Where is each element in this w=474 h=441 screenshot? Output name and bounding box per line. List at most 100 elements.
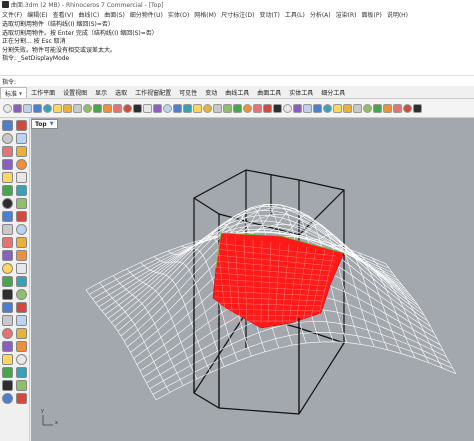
tab-visibility[interactable]: 可见性	[175, 87, 201, 98]
menu-subd[interactable]: 细分物件(U)	[130, 10, 163, 19]
scale-icon[interactable]	[2, 315, 13, 326]
move-icon[interactable]	[16, 289, 27, 300]
environment-icon[interactable]	[363, 104, 372, 113]
tab-curve-tools[interactable]: 曲线工具	[221, 87, 253, 98]
menu-dimension[interactable]: 尺寸标注(D)	[221, 10, 254, 19]
rotate-icon[interactable]	[16, 302, 27, 313]
tab-solid-tools[interactable]: 实体工具	[285, 87, 317, 98]
mirror-icon[interactable]	[16, 315, 27, 326]
grid-icon[interactable]	[2, 380, 13, 391]
polygon-icon[interactable]	[16, 159, 27, 170]
menu-transform[interactable]: 变动(T)	[259, 10, 279, 19]
command-input[interactable]: 指令:	[0, 75, 474, 86]
copy-icon[interactable]	[2, 302, 13, 313]
tab-transform[interactable]: 变动	[201, 87, 221, 98]
ghosted-icon[interactable]	[233, 104, 242, 113]
sphere-icon[interactable]	[293, 104, 302, 113]
sphere-icon[interactable]	[16, 224, 27, 235]
ellipse-icon[interactable]	[2, 172, 13, 183]
print-icon[interactable]	[33, 104, 42, 113]
boolean-diff-icon[interactable]	[16, 250, 27, 261]
box-icon[interactable]	[2, 224, 13, 235]
shaded-icon[interactable]	[213, 104, 222, 113]
viewport-menu-caret-icon[interactable]: ▼	[50, 121, 54, 127]
cylinder-icon[interactable]	[303, 104, 312, 113]
tab-select[interactable]: 选取	[111, 87, 131, 98]
point-icon[interactable]	[253, 104, 262, 113]
mesh-icon[interactable]	[2, 263, 13, 274]
tab-display[interactable]: 显示	[91, 87, 111, 98]
light-icon[interactable]	[333, 104, 342, 113]
palette-icon[interactable]	[413, 104, 422, 113]
sweep-icon[interactable]	[2, 211, 13, 222]
polyline-icon[interactable]	[2, 133, 13, 144]
tab-viewport-layout[interactable]: 工作视窗配置	[131, 87, 175, 98]
surface-icon[interactable]	[273, 104, 282, 113]
rgb-icon[interactable]	[403, 104, 412, 113]
freeform-icon[interactable]	[16, 172, 27, 183]
extrude-icon[interactable]	[16, 211, 27, 222]
rendered-icon[interactable]	[223, 104, 232, 113]
copy-icon[interactable]	[63, 104, 72, 113]
render-icon[interactable]	[16, 354, 27, 365]
layer-icon[interactable]	[193, 104, 202, 113]
explode-icon[interactable]	[2, 289, 13, 300]
block-icon[interactable]	[16, 393, 27, 404]
tab-subd-tools[interactable]: 细分工具	[317, 87, 349, 98]
solid-icon[interactable]	[283, 104, 292, 113]
array-icon[interactable]	[2, 328, 13, 339]
menu-help[interactable]: 说明(H)	[387, 10, 408, 19]
tab-set-view[interactable]: 设置视图	[59, 87, 91, 98]
save-icon[interactable]	[23, 104, 32, 113]
undo-icon[interactable]	[83, 104, 92, 113]
analyze-icon[interactable]	[2, 354, 13, 365]
offset-icon[interactable]	[16, 185, 27, 196]
circle-icon[interactable]	[2, 146, 13, 157]
loft-icon[interactable]	[16, 198, 27, 209]
menu-mesh[interactable]: 网格(M)	[194, 10, 216, 19]
menu-panels[interactable]: 面板(P)	[362, 10, 382, 19]
grid-icon[interactable]	[163, 104, 172, 113]
viewport-label-tab[interactable]: Top ▼	[31, 119, 58, 129]
boolean-union-icon[interactable]	[2, 250, 13, 261]
options-icon[interactable]	[393, 104, 402, 113]
mesh-icon[interactable]	[323, 104, 332, 113]
zoom-icon[interactable]	[123, 104, 132, 113]
new-file-icon[interactable]	[3, 104, 12, 113]
zoom-extents-icon[interactable]	[143, 104, 152, 113]
four-view-icon[interactable]	[173, 104, 182, 113]
curve-icon[interactable]	[16, 133, 27, 144]
import-icon[interactable]	[43, 104, 52, 113]
render-icon[interactable]	[353, 104, 362, 113]
zoom-selected-icon[interactable]	[153, 104, 162, 113]
layer-icon[interactable]	[2, 367, 13, 378]
help-icon[interactable]	[383, 104, 392, 113]
fillet-icon[interactable]	[2, 185, 13, 196]
menu-file[interactable]: 文件(F)	[2, 10, 22, 19]
torus-icon[interactable]	[313, 104, 322, 113]
rotate-icon[interactable]	[113, 104, 122, 113]
trim-icon[interactable]	[2, 276, 13, 287]
point-icon[interactable]	[16, 120, 27, 131]
menu-solid[interactable]: 实体(O)	[168, 10, 189, 19]
hatch-icon[interactable]	[16, 341, 27, 352]
rectangle-icon[interactable]	[2, 159, 13, 170]
cone-icon[interactable]	[16, 237, 27, 248]
menu-view[interactable]: 查看(V)	[53, 10, 74, 19]
open-icon[interactable]	[13, 104, 22, 113]
pan-icon[interactable]	[103, 104, 112, 113]
properties-icon[interactable]	[183, 104, 192, 113]
xray-icon[interactable]	[243, 104, 252, 113]
select-icon[interactable]	[2, 120, 13, 131]
tab-standard[interactable]: 标准 ▼	[0, 87, 28, 98]
menu-edit[interactable]: 编辑(E)	[27, 10, 47, 19]
curve-icon[interactable]	[263, 104, 272, 113]
menu-render[interactable]: 渲染(R)	[336, 10, 357, 19]
cylinder-icon[interactable]	[2, 237, 13, 248]
join-icon[interactable]	[16, 276, 27, 287]
arc-icon[interactable]	[16, 146, 27, 157]
tab-cplanes[interactable]: 工作平面	[27, 87, 59, 98]
wireframe-icon[interactable]	[203, 104, 212, 113]
viewport-canvas[interactable]	[31, 118, 474, 441]
split-icon[interactable]	[16, 263, 27, 274]
